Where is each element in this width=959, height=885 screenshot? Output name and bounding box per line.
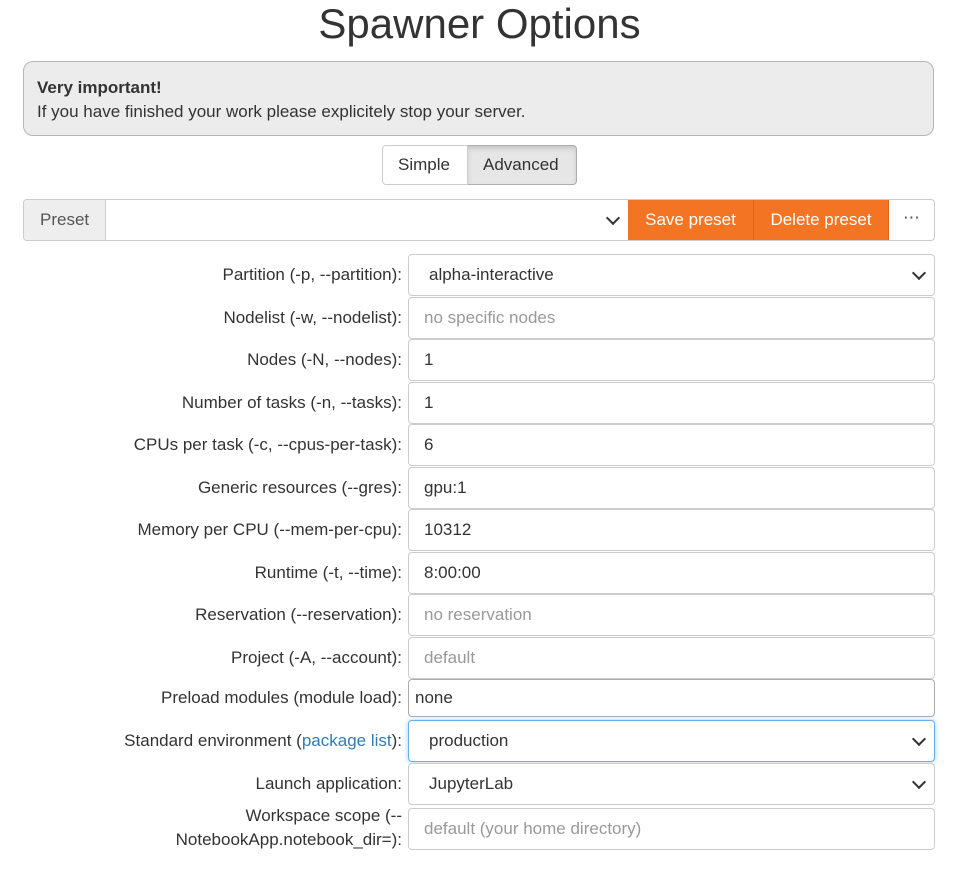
cpus-input[interactable]: 6	[408, 424, 935, 466]
modules-label: Preload modules (module load):	[161, 688, 402, 707]
cpus-row: CPUs per task (-c, --cpus-per-task): 6	[0, 424, 959, 466]
workspace-row: Workspace scope (-- NotebookApp.notebook…	[0, 806, 959, 850]
page-title: Spawner Options	[318, 0, 641, 47]
environment-label: Standard environment (package list):	[124, 720, 402, 762]
advanced-button[interactable]: Advanced	[468, 145, 577, 185]
runtime-row: Runtime (-t, --time): 8:00:00	[0, 552, 959, 594]
important-alert: Very important! If you have finished you…	[23, 61, 934, 136]
environment-row: Standard environment (package list): pro…	[0, 720, 959, 762]
chevron-down-icon	[911, 774, 927, 790]
more-options-icon[interactable]: ⋯	[889, 200, 934, 240]
alert-text: If you have finished your work please ex…	[37, 102, 526, 121]
gres-row: Generic resources (--gres): gpu:1	[0, 467, 959, 509]
delete-preset-button[interactable]: Delete preset	[754, 200, 889, 240]
partition-label: Partition (-p, --partition):	[222, 265, 403, 284]
nodes-input[interactable]: 1	[408, 339, 935, 381]
nodes-label: Nodes (-N, --nodes):	[247, 350, 402, 369]
tasks-label: Number of tasks (-n, --tasks):	[181, 393, 402, 412]
reservation-label: Reservation (--reservation):	[195, 605, 402, 624]
modules-row: Preload modules (module load): none	[0, 679, 959, 717]
launch-select[interactable]: JupyterLab	[408, 763, 935, 805]
runtime-input[interactable]: 8:00:00	[408, 552, 935, 594]
environment-select[interactable]: production	[408, 720, 935, 762]
chevron-down-icon	[911, 265, 927, 281]
preset-label: Preset	[24, 200, 106, 240]
mem-input[interactable]: 10312	[408, 509, 935, 551]
nodelist-input[interactable]: no specific nodes	[408, 297, 935, 339]
preset-select[interactable]	[106, 200, 628, 240]
project-row: Project (-A, --account): default	[0, 637, 959, 679]
simple-button[interactable]: Simple	[382, 145, 468, 185]
gres-label: Generic resources (--gres):	[197, 478, 402, 497]
environment-label-prefix: Standard environment (	[124, 731, 302, 750]
environment-label-suffix: ):	[391, 731, 402, 750]
mem-label: Memory per CPU (--mem-per-cpu):	[137, 520, 402, 539]
nodelist-label: Nodelist (-w, --nodelist):	[223, 308, 402, 327]
environment-value: production	[429, 731, 509, 750]
workspace-label-line2: NotebookApp.notebook_dir=):	[175, 830, 402, 849]
workspace-input[interactable]: default (your home directory)	[408, 808, 935, 850]
mem-row: Memory per CPU (--mem-per-cpu): 10312	[0, 509, 959, 551]
workspace-label-line1: Workspace scope (--	[245, 806, 402, 825]
reservation-row: Reservation (--reservation): no reservat…	[0, 594, 959, 636]
runtime-label: Runtime (-t, --time):	[254, 563, 402, 582]
nodes-row: Nodes (-N, --nodes): 1	[0, 339, 959, 381]
chevron-down-icon	[605, 210, 621, 226]
preset-bar: Preset Save preset Delete preset ⋯	[23, 199, 935, 241]
project-label: Project (-A, --account):	[231, 648, 402, 667]
mode-toggle: Simple Advanced	[382, 145, 577, 185]
project-input[interactable]: default	[408, 637, 935, 679]
partition-value: alpha-interactive	[429, 265, 554, 284]
gres-input[interactable]: gpu:1	[408, 467, 935, 509]
package-list-link[interactable]: package list	[302, 731, 392, 750]
launch-row: Launch application: JupyterLab	[0, 763, 959, 805]
launch-label: Launch application:	[255, 774, 402, 793]
cpus-label: CPUs per task (-c, --cpus-per-task):	[133, 435, 402, 454]
reservation-input[interactable]: no reservation	[408, 594, 935, 636]
tasks-row: Number of tasks (-n, --tasks): 1	[0, 382, 959, 424]
nodelist-row: Nodelist (-w, --nodelist): no specific n…	[0, 297, 959, 339]
tasks-input[interactable]: 1	[408, 382, 935, 424]
modules-input[interactable]: none	[408, 679, 935, 717]
save-preset-button[interactable]: Save preset	[628, 200, 754, 240]
workspace-label: Workspace scope (-- NotebookApp.notebook…	[176, 804, 402, 852]
chevron-down-icon	[911, 731, 927, 747]
partition-row: Partition (-p, --partition): alpha-inter…	[0, 254, 959, 296]
launch-value: JupyterLab	[429, 774, 514, 793]
partition-select[interactable]: alpha-interactive	[408, 254, 935, 296]
alert-heading: Very important!	[37, 78, 162, 97]
